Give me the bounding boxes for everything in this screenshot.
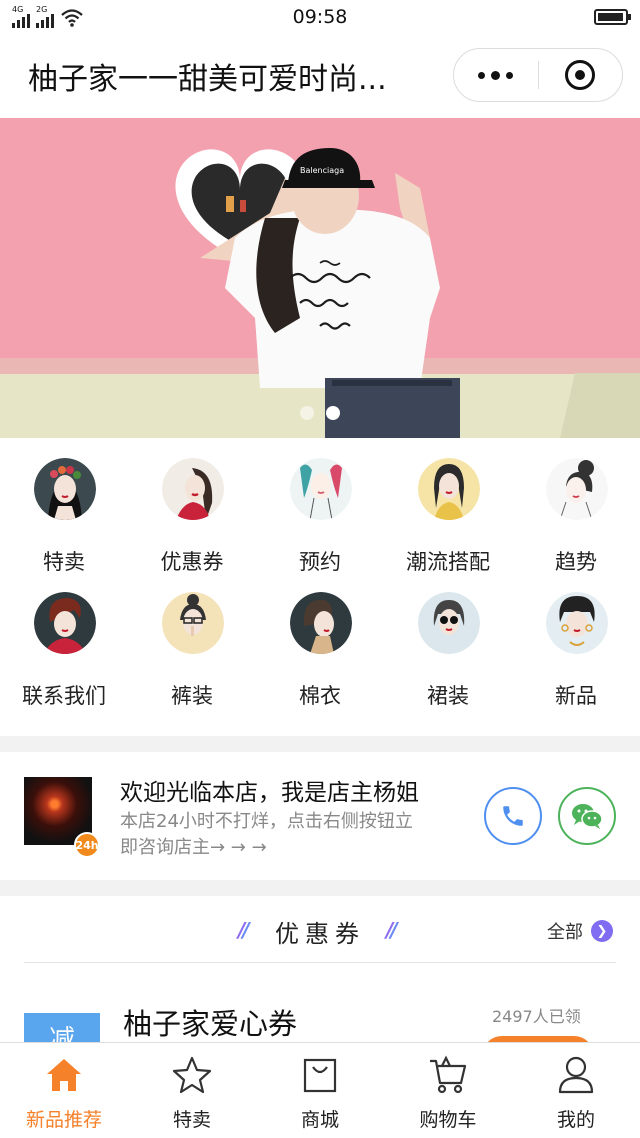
owner-greeting: 欢迎光临本店，我是店主杨姐 xyxy=(120,780,419,806)
tab-bar: 新品推荐 特卖 商城 购物车 我的 xyxy=(0,1042,640,1138)
signal-strength-icon: 4G xyxy=(12,6,30,28)
network-type-label: 4G xyxy=(12,5,24,14)
category-label: 联系我们 xyxy=(22,684,106,708)
category-label: 棉衣 xyxy=(299,684,341,708)
category-grid: 特卖 优惠券 预约 潮流搭配 趋势 联系我们 裤装 棉衣 裙装 新品 xyxy=(0,440,640,736)
category-item-contact[interactable]: 联系我们 xyxy=(0,574,128,708)
wechat-button[interactable] xyxy=(558,787,616,845)
woman-hush-icon xyxy=(162,592,224,654)
category-label: 预约 xyxy=(299,550,341,574)
carousel-dot[interactable] xyxy=(326,406,340,420)
user-icon xyxy=(558,1056,594,1094)
more-dots-icon[interactable] xyxy=(454,49,538,101)
owner-description: 本店24小时不打烊，点击右侧按钮立即咨询店主→ → → xyxy=(120,811,413,858)
phone-icon xyxy=(503,806,523,826)
24h-badge: 24h xyxy=(74,832,100,858)
category-label: 趋势 xyxy=(555,550,597,574)
banner-image: Balenciaga xyxy=(0,118,640,438)
tab-label: 新品推荐 xyxy=(25,1109,102,1131)
woman-sunglasses-icon xyxy=(418,592,480,654)
carousel-dot[interactable] xyxy=(300,406,314,420)
coupon-section-header: // 优惠券 // 全部 ❯ xyxy=(0,896,640,962)
tab-label: 我的 xyxy=(556,1109,595,1131)
category-item-pants[interactable]: 裤装 xyxy=(128,574,256,708)
tab-special-sale[interactable]: 特卖 xyxy=(128,1043,256,1138)
category-label: 裙装 xyxy=(427,684,469,708)
wechat-icon xyxy=(572,804,603,829)
woman-teal-hair-icon xyxy=(290,458,352,520)
menu-capsule xyxy=(453,48,623,102)
tab-mall[interactable]: 商城 xyxy=(256,1043,384,1138)
page-title: 柚子家一一甜美可爱时尚... xyxy=(28,62,387,97)
owner-card: 24h 欢迎光临本店，我是店主杨姐 本店24小时不打烊，点击右侧按钮立即咨询店主… xyxy=(0,752,640,880)
decor-slash-icon: // xyxy=(386,918,398,942)
woman-bun-sketch-icon xyxy=(546,458,608,520)
woman-short-hair-icon xyxy=(34,592,96,654)
coupon-item[interactable]: 减 柚子家爱心券 2497人已领 xyxy=(0,963,640,1043)
coupon-name: 柚子家爱心券 xyxy=(123,1007,298,1041)
woman-profile-icon xyxy=(290,592,352,654)
category-label: 潮流搭配 xyxy=(406,550,490,574)
category-item-coupon[interactable]: 优惠券 xyxy=(128,440,256,574)
battery-icon xyxy=(594,9,631,25)
category-item-temai[interactable]: 特卖 xyxy=(0,440,128,574)
section-divider xyxy=(0,880,640,896)
section-title: 优惠券 xyxy=(275,920,365,948)
tab-cart[interactable]: 购物车 xyxy=(384,1043,512,1138)
view-all-label: 全部 xyxy=(547,922,583,943)
section-divider xyxy=(0,736,640,752)
cart-icon xyxy=(430,1055,467,1094)
svg-text:Balenciaga: Balenciaga xyxy=(300,166,344,175)
woman-flower-crown-icon xyxy=(34,458,96,520)
tab-label: 商城 xyxy=(300,1109,339,1131)
home-icon xyxy=(47,1059,81,1091)
star-icon xyxy=(172,1056,212,1094)
status-bar: 4G 2G 09:58 xyxy=(0,0,640,34)
target-close-icon[interactable] xyxy=(539,49,623,101)
woman-yellow-sweater-icon xyxy=(418,458,480,520)
woman-pompadour-icon xyxy=(546,592,608,654)
banner-carousel[interactable]: Balenciaga xyxy=(0,118,640,438)
category-item-trend[interactable]: 趋势 xyxy=(512,440,640,574)
signal-strength-icon-2: 2G xyxy=(36,6,54,28)
nav-bar: 柚子家一一甜美可爱时尚... xyxy=(0,34,640,118)
woman-red-lips-icon xyxy=(162,458,224,520)
carousel-indicator xyxy=(0,406,640,420)
category-item-booking[interactable]: 预约 xyxy=(256,440,384,574)
category-item-new[interactable]: 新品 xyxy=(512,574,640,708)
wifi-icon xyxy=(61,9,83,27)
category-label: 特卖 xyxy=(43,550,85,574)
tab-new-arrivals[interactable]: 新品推荐 xyxy=(0,1043,128,1138)
category-item-dress[interactable]: 裙装 xyxy=(384,574,512,708)
category-label: 新品 xyxy=(555,684,597,708)
chevron-right-icon: ❯ xyxy=(591,920,613,942)
category-item-cotton-coat[interactable]: 棉衣 xyxy=(256,574,384,708)
tab-label: 购物车 xyxy=(419,1109,477,1131)
coupon-badge: 减 xyxy=(24,1013,100,1043)
network-type-label-2: 2G xyxy=(36,5,48,14)
category-item-trend-match[interactable]: 潮流搭配 xyxy=(384,440,512,574)
category-label: 裤装 xyxy=(171,684,213,708)
category-label: 优惠券 xyxy=(160,550,224,574)
shopping-bag-icon xyxy=(303,1058,337,1093)
tab-label: 特卖 xyxy=(172,1109,211,1131)
view-all-button[interactable]: 全部 ❯ xyxy=(547,918,613,944)
tab-mine[interactable]: 我的 xyxy=(512,1043,640,1138)
coupon-claimed-count: 2497人已领 xyxy=(492,1007,581,1026)
call-button[interactable] xyxy=(484,787,542,845)
clock: 09:58 xyxy=(292,6,348,28)
